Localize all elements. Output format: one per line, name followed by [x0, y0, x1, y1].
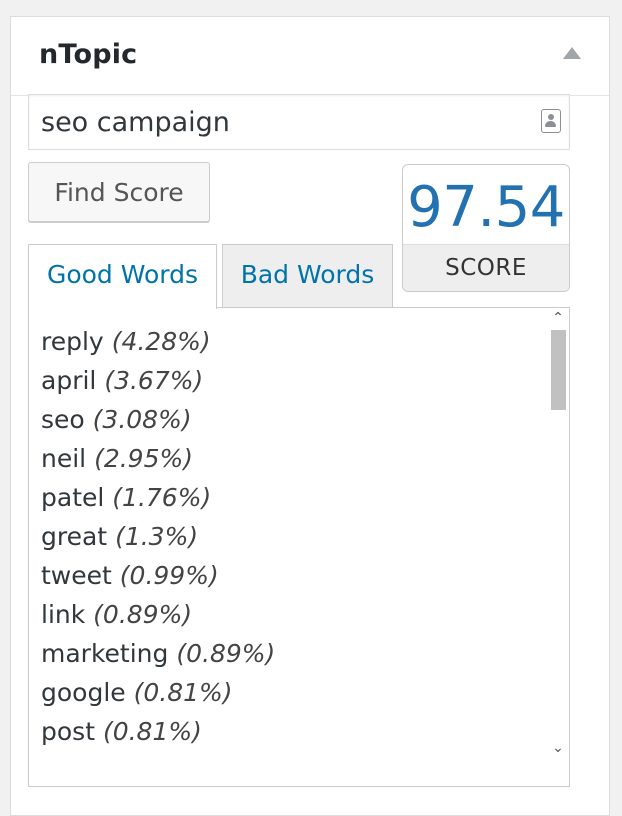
widget-title: nTopic [39, 39, 138, 70]
word-text: patel [41, 483, 105, 512]
contact-card-icon[interactable] [541, 109, 561, 133]
word-item: great (1.3%) [41, 517, 569, 556]
scroll-thumb[interactable] [551, 330, 566, 410]
word-percentage: (1.76%) [112, 483, 212, 512]
score-label-bar: SCORE [403, 244, 569, 291]
word-item: tweet (0.99%) [41, 556, 569, 595]
word-text: neil [41, 444, 87, 473]
good-words-list[interactable]: reply (4.28%) april (3.67%) seo (3.08%) nei… [28, 307, 570, 787]
keyword-field [28, 94, 570, 150]
word-percentage: (0.99%) [119, 561, 219, 590]
score-box: 97.54 SCORE [402, 164, 570, 292]
word-item: patel (1.76%) [41, 478, 569, 517]
word-items: reply (4.28%) april (3.67%) seo (3.08%) nei… [29, 308, 569, 751]
word-item: reply (4.28%) [41, 322, 569, 361]
word-item: post (0.81%) [41, 712, 569, 751]
scroll-up-icon[interactable]: ⌃ [547, 308, 569, 328]
keyword-input[interactable] [29, 95, 553, 149]
widget-header: nTopic [11, 17, 609, 96]
tab-good-words[interactable]: Good Words [28, 244, 217, 309]
word-item: seo (3.08%) [41, 400, 569, 439]
scroll-down-icon[interactable]: ⌄ [547, 738, 569, 758]
word-text: google [41, 678, 126, 707]
word-text: seo [41, 405, 85, 434]
word-text: reply [41, 327, 104, 356]
word-text: april [41, 366, 97, 395]
word-percentage: (0.89%) [176, 639, 276, 668]
word-text: great [41, 522, 108, 551]
word-item: neil (2.95%) [41, 439, 569, 478]
word-percentage: (2.95%) [94, 444, 194, 473]
word-percentage: (4.28%) [111, 327, 211, 356]
word-percentage: (0.81%) [133, 678, 233, 707]
tab-bad-words[interactable]: Bad Words [222, 244, 393, 308]
word-item: april (3.67%) [41, 361, 569, 400]
score-value: 97.54 [407, 175, 565, 240]
word-item: link (0.89%) [41, 595, 569, 634]
word-item: google (0.81%) [41, 673, 569, 712]
word-text: marketing [41, 639, 169, 668]
word-percentage: (3.67%) [104, 366, 204, 395]
find-score-button[interactable]: Find Score [28, 162, 210, 222]
triangle-up-icon[interactable] [563, 47, 581, 59]
word-text: tweet [41, 561, 112, 590]
word-item: marketing (0.89%) [41, 634, 569, 673]
word-text: post [41, 717, 95, 746]
scrollbar[interactable]: ⌃ ⌄ [547, 308, 569, 786]
word-percentage: (1.3%) [115, 522, 199, 551]
score-label: SCORE [445, 255, 527, 281]
word-percentage: (0.81%) [102, 717, 202, 746]
word-percentage: (3.08%) [92, 405, 192, 434]
word-text: link [41, 600, 86, 629]
word-percentage: (0.89%) [93, 600, 193, 629]
